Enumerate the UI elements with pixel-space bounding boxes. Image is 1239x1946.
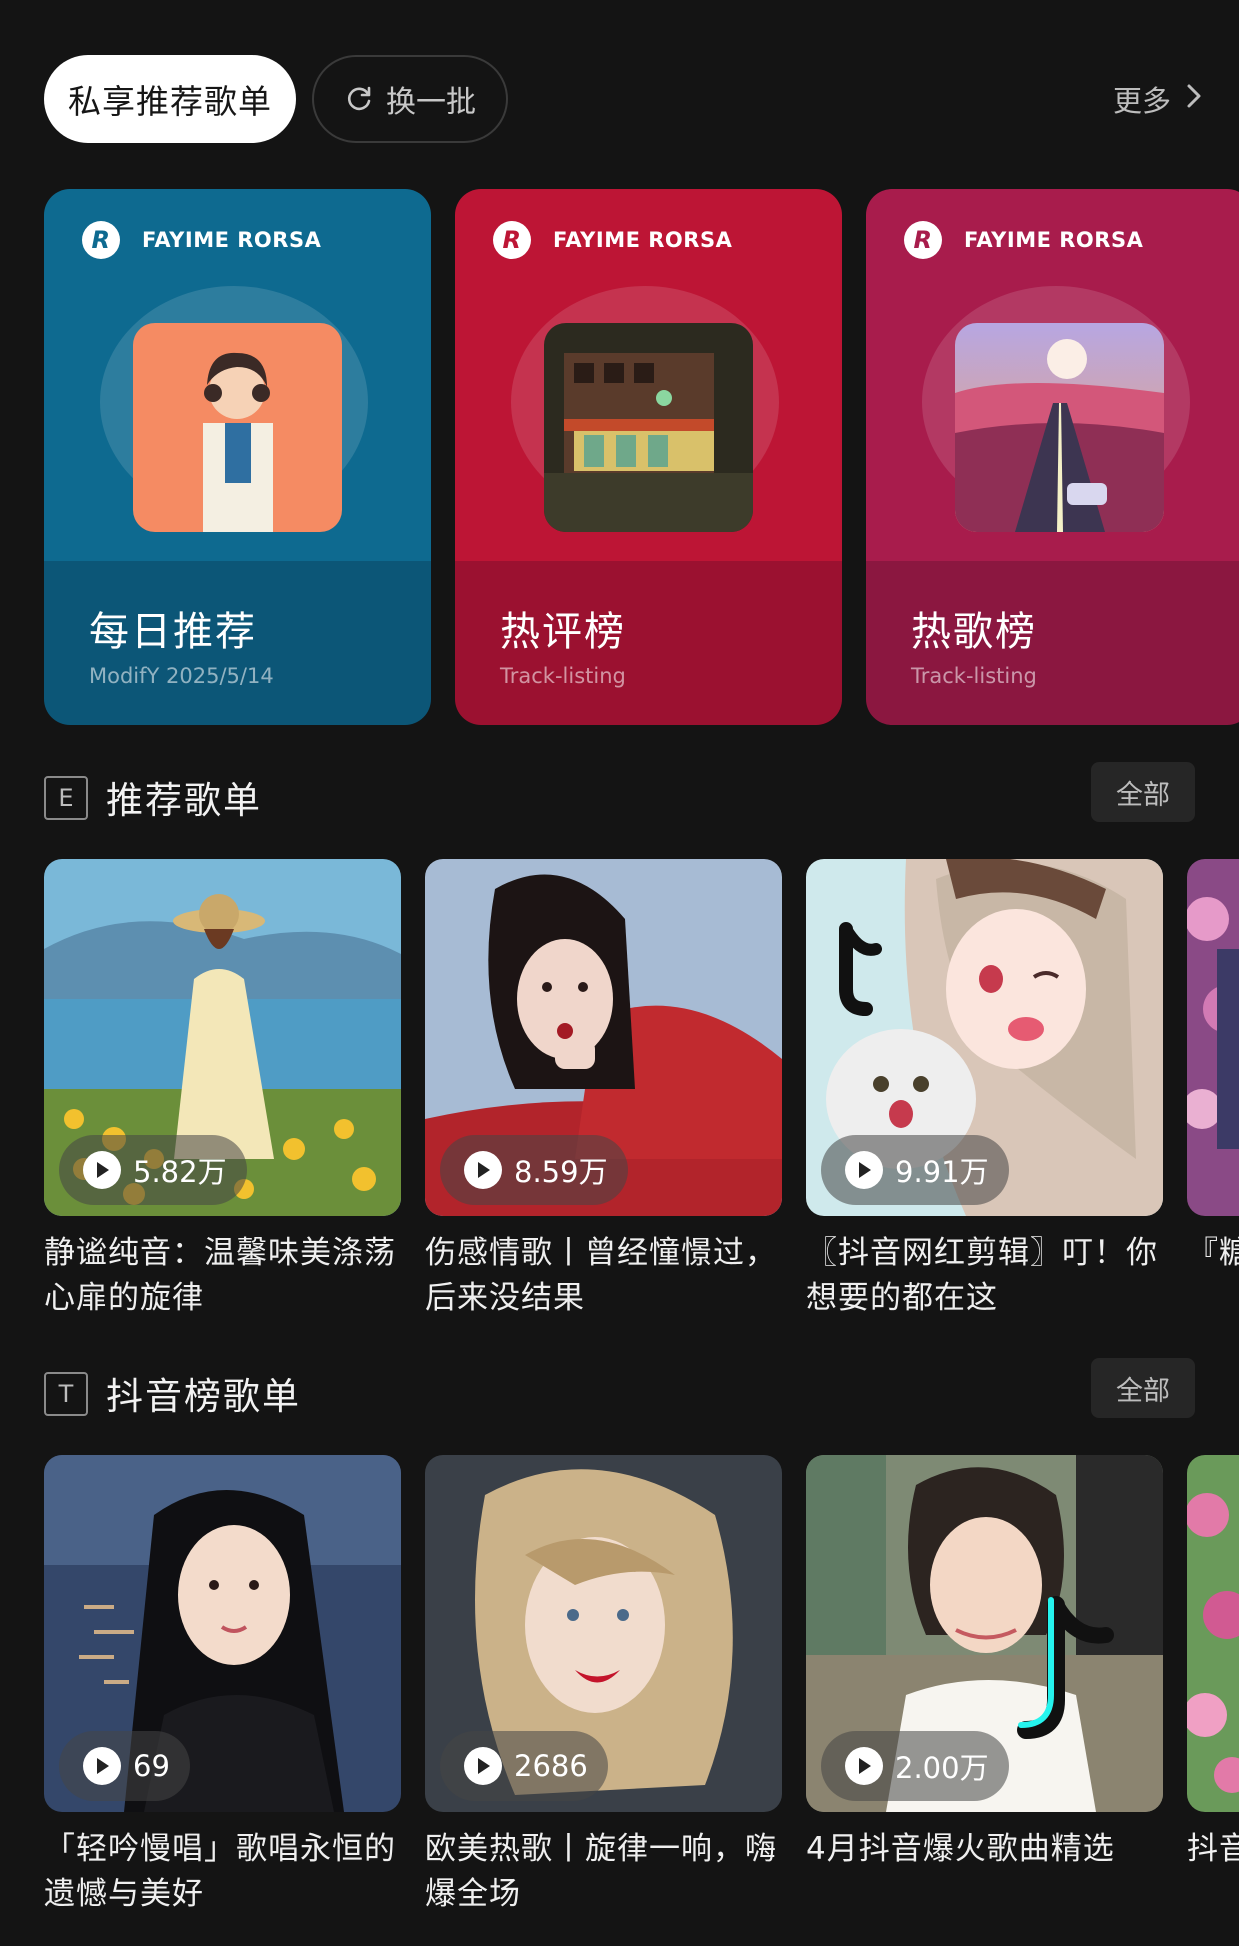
cover-image — [133, 323, 342, 532]
playlist-card[interactable]: 『糖青， — [1187, 859, 1239, 1329]
refresh-icon — [344, 84, 374, 114]
cover-image — [544, 323, 753, 532]
brand-logo-icon: R — [82, 221, 120, 259]
playlist-cover — [1187, 1455, 1239, 1812]
feature-card-hot-comments[interactable]: R FAYIME RORSA 热评榜 Track-listing — [455, 189, 842, 725]
play-icon — [845, 1151, 883, 1189]
refresh-batch-button[interactable]: 换一批 — [312, 55, 508, 143]
brand-logo-icon: R — [904, 221, 942, 259]
feature-card-daily[interactable]: R FAYIME RORSA 每日推荐 ModifY 2025/5/14 — [44, 189, 431, 725]
feature-card-subtitle: Track-listing — [500, 664, 626, 688]
play-count: 8.59万 — [514, 1155, 608, 1189]
playlist-title: 『糖青， — [1187, 1235, 1239, 1271]
section-title: 推荐歌单 — [106, 779, 262, 822]
brand-logo-icon: R — [493, 221, 531, 259]
feature-card-top: R FAYIME RORSA — [455, 189, 842, 561]
section-title: 抖音榜歌单 — [106, 1375, 301, 1418]
play-icon — [464, 1151, 502, 1189]
feature-card-brand: R FAYIME RORSA — [493, 221, 732, 259]
playlist-card[interactable]: 抖音小山 — [1187, 1455, 1239, 1935]
playlist-title: 4月抖音爆火歌曲精选 — [806, 1831, 1115, 1867]
playlist-title: 〖抖音网红剪辑〗叮！你想要的都在这 — [806, 1235, 1158, 1316]
private-playlists-chip[interactable]: 私享推荐歌单 — [44, 55, 296, 143]
section-header-douyin: T 抖音榜歌单 全部 — [44, 1358, 1195, 1422]
play-count-badge: 5.82万 — [59, 1135, 247, 1205]
feature-card-title: 热评榜 — [500, 609, 626, 655]
section-badge: E — [44, 776, 88, 820]
playlist-row-douyin: 69 「轻吟慢唱」歌唱永恒的遗憾与美好 2686 欧美热歌丨旋律一响，嗨爆全场 — [44, 1455, 1239, 1935]
more-link[interactable]: 更多 — [1113, 70, 1203, 128]
playlist-row-recommended: 5.82万 静谧纯音：温馨味美涤荡心扉的旋律 8.59万 伤感情歌丨曾经憧憬过，… — [44, 859, 1239, 1329]
feature-card-bottom: 每日推荐 ModifY 2025/5/14 — [44, 561, 431, 725]
play-count: 2.00万 — [895, 1751, 989, 1785]
chevron-right-icon — [1185, 81, 1203, 118]
brand-name: FAYIME RORSA — [142, 228, 322, 252]
brand-name: FAYIME RORSA — [553, 228, 733, 252]
play-count-badge: 2.00万 — [821, 1731, 1009, 1801]
feature-card-top: R FAYIME RORSA — [44, 189, 431, 561]
playlist-title: 「轻吟慢唱」歌唱永恒的遗憾与美好 — [44, 1831, 396, 1912]
feature-card-subtitle: Track-listing — [911, 664, 1037, 688]
playlist-title: 欧美热歌丨旋律一响，嗨爆全场 — [425, 1831, 777, 1912]
playlist-title: 静谧纯音：温馨味美涤荡心扉的旋律 — [44, 1235, 396, 1316]
feature-card-hot-songs[interactable]: R FAYIME RORSA 热歌榜 Track-listing — [866, 189, 1239, 725]
play-count-badge: 8.59万 — [440, 1135, 628, 1205]
playlist-title: 伤感情歌丨曾经憧憬过，后来没结果 — [425, 1235, 777, 1316]
feature-card-title: 每日推荐 — [89, 609, 257, 655]
feature-card-bottom: 热歌榜 Track-listing — [866, 561, 1239, 725]
cover-image — [955, 323, 1164, 532]
view-all-button[interactable]: 全部 — [1091, 762, 1195, 822]
play-icon — [845, 1747, 883, 1785]
brand-name: FAYIME RORSA — [964, 228, 1144, 252]
feature-card-subtitle: ModifY 2025/5/14 — [89, 664, 274, 688]
feature-card-brand: R FAYIME RORSA — [904, 221, 1143, 259]
play-count: 2686 — [514, 1749, 588, 1783]
play-count-badge: 2686 — [440, 1731, 608, 1801]
feature-card-top: R FAYIME RORSA — [866, 189, 1239, 561]
play-count: 9.91万 — [895, 1155, 989, 1189]
more-label: 更多 — [1112, 84, 1171, 118]
feature-card-bottom: 热评榜 Track-listing — [455, 561, 842, 725]
play-icon — [83, 1747, 121, 1785]
playlist-title: 抖音小山 — [1187, 1831, 1239, 1867]
feature-card-title: 热歌榜 — [911, 609, 1037, 655]
play-icon — [83, 1151, 121, 1189]
view-all-button[interactable]: 全部 — [1091, 1358, 1195, 1418]
refresh-batch-label: 换一批 — [386, 85, 476, 120]
play-icon — [464, 1747, 502, 1785]
play-count-badge: 9.91万 — [821, 1135, 1009, 1205]
section-header-recommended: E 推荐歌单 全部 — [44, 762, 1195, 826]
play-count-badge: 69 — [59, 1731, 190, 1801]
play-count: 69 — [133, 1749, 170, 1783]
section-badge: T — [44, 1372, 88, 1416]
feature-cards-row: R FAYIME RORSA 每日推荐 ModifY 2025/5/14 R F… — [44, 189, 1239, 725]
playlist-cover — [1187, 859, 1239, 1216]
feature-card-brand: R FAYIME RORSA — [82, 221, 321, 259]
play-count: 5.82万 — [133, 1155, 227, 1189]
top-bar: 私享推荐歌单 换一批 更多 — [0, 0, 1239, 170]
